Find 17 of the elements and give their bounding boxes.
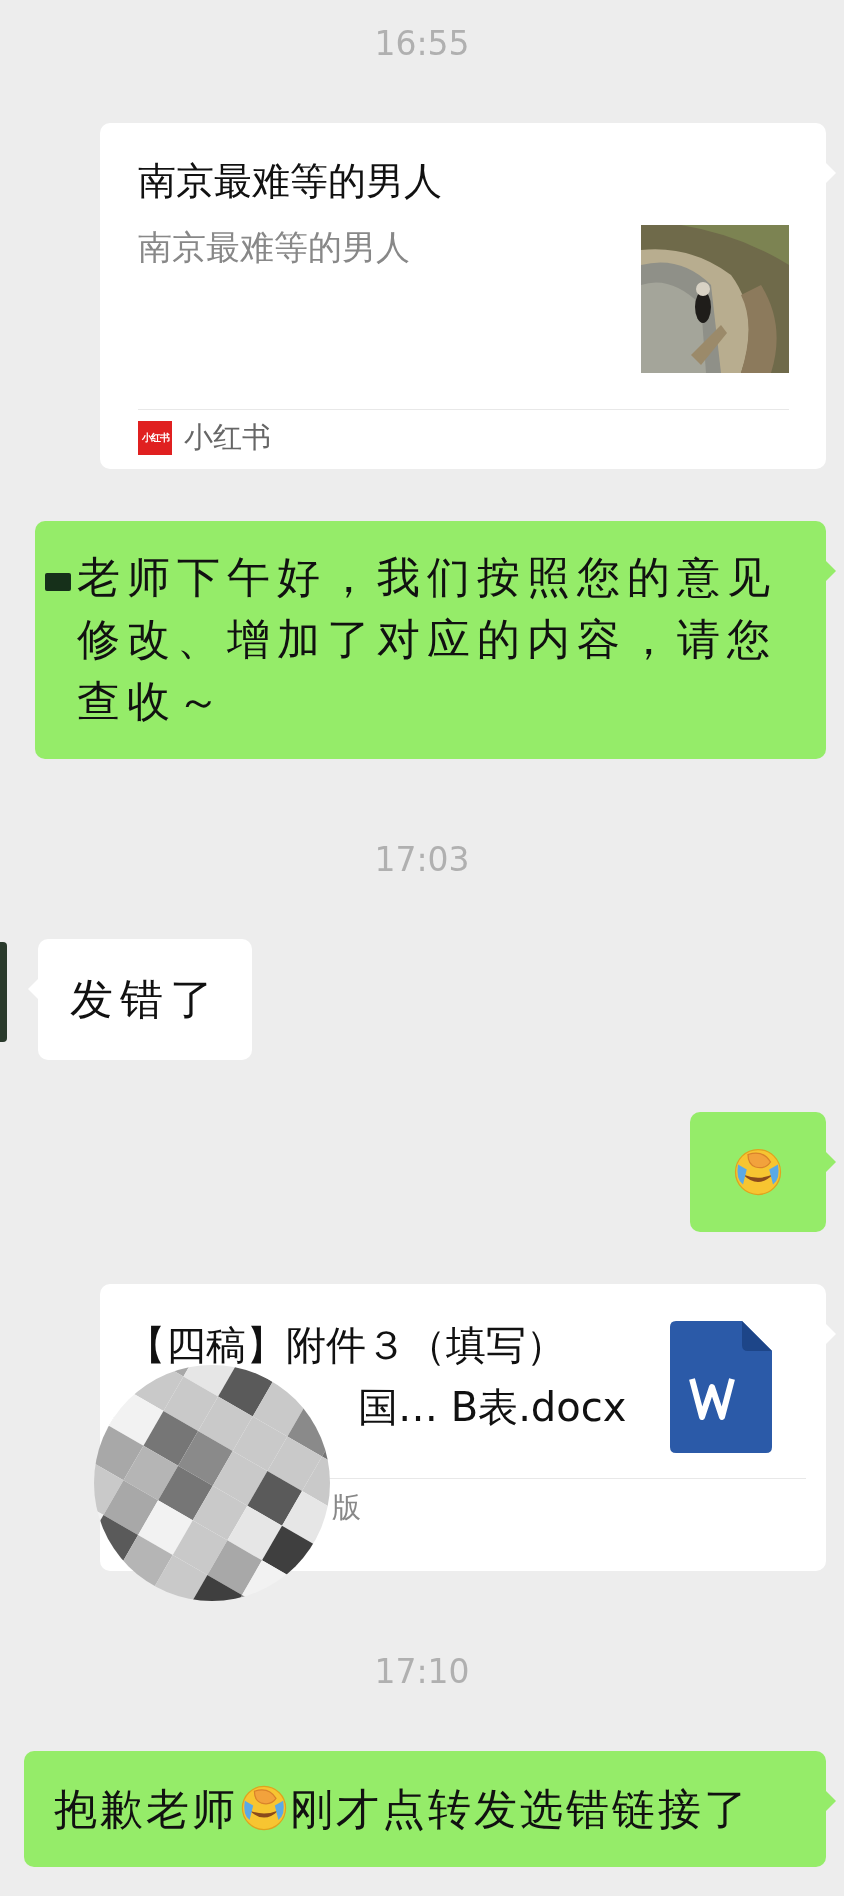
message-text: 发错了 <box>70 974 220 1024</box>
source-name: 小红书 <box>184 419 271 456</box>
card-description: 南京最难等的男人 <box>138 226 410 269</box>
timestamp: 17:10 <box>374 1651 470 1693</box>
card-title: 南京最难等的男人 <box>138 158 443 205</box>
app-logo: 小红书 <box>138 421 172 455</box>
laughing-emoji-icon <box>733 1147 783 1197</box>
laughing-emoji-icon <box>240 1784 288 1832</box>
message-text: 抱歉老师 <box>54 1784 238 1834</box>
file-name: 国… B表.docx <box>357 1383 627 1432</box>
word-document-icon <box>670 1321 772 1453</box>
timestamp: 16:55 <box>374 23 470 65</box>
timestamp: 17:03 <box>374 839 470 881</box>
message-text: 老师下午好，我们按照您的意见修改、增加了对应的内容，请您查收～ <box>77 551 778 728</box>
source-name: 版 <box>331 1489 362 1526</box>
file-name: 【四稿】附件３（填写） <box>126 1321 567 1370</box>
message-text: 刚才点转发选错链接了 <box>290 1784 750 1834</box>
